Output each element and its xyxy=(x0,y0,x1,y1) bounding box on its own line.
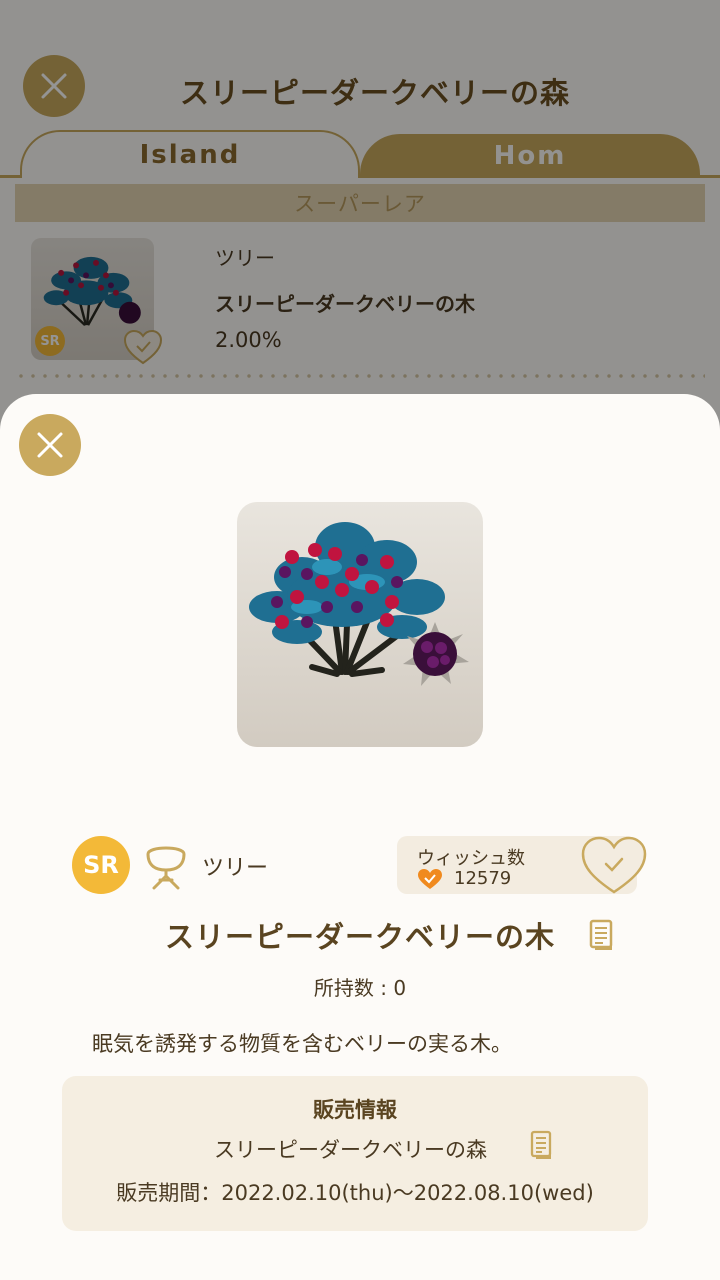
sale-info-box: 販売情報 スリーピーダークベリーの森 販売期間：2022.02.10(thu)〜… xyxy=(62,1076,648,1231)
wish-count: 12579 xyxy=(454,868,512,889)
wish-toggle-button[interactable] xyxy=(580,834,648,896)
sale-shop-name: スリーピーダークベリーの森 xyxy=(214,1138,487,1162)
berry-tree-image xyxy=(249,522,469,686)
rarity-badge: SR xyxy=(72,836,130,894)
document-icon[interactable] xyxy=(589,919,615,951)
heart-check-icon xyxy=(418,869,442,889)
item-name: スリーピーダークベリーの木 xyxy=(164,920,555,954)
sale-info-title: 販売情報 xyxy=(313,1098,397,1122)
close-icon xyxy=(37,432,63,458)
item-image xyxy=(237,502,483,747)
item-detail-modal: SR ツリー ウィッシュ数 12579 スリーピーダークベリーの木 所持数 : … xyxy=(0,394,720,1280)
item-description: 眠気を誘発する物質を含むベリーの実る木。 xyxy=(92,1032,512,1056)
category-label: ツリー xyxy=(202,856,269,881)
sale-period: 販売期間：2022.02.10(thu)〜2022.08.10(wed) xyxy=(116,1181,594,1205)
tree-category-icon xyxy=(146,846,186,890)
close-button[interactable] xyxy=(19,414,81,476)
wish-label: ウィッシュ数 xyxy=(417,848,525,869)
owned-count: 所持数 : 0 xyxy=(313,976,407,1000)
document-icon[interactable] xyxy=(530,1130,554,1160)
